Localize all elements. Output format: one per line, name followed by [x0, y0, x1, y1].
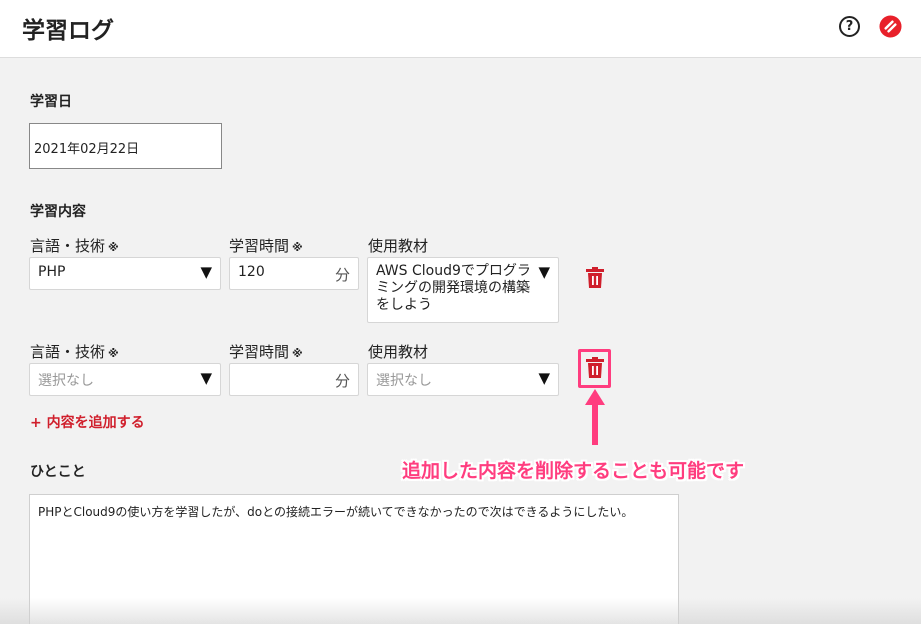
date-value: 2021年02月22日 — [34, 142, 140, 157]
bottom-fade — [0, 598, 921, 624]
material-select[interactable]: AWS Cloud9でプログラミングの開発環境の構築をしよう ▼ — [367, 257, 559, 323]
time-unit: 分 — [334, 372, 350, 390]
arrow-up-icon — [585, 389, 605, 445]
app-header: 学習ログ ? — [0, 0, 921, 58]
help-icon[interactable]: ? — [839, 16, 860, 37]
caret-down-icon: ▼ — [200, 369, 212, 387]
material-select[interactable]: 選択なし ▼ — [367, 363, 559, 396]
time-input[interactable]: 120 分 — [229, 257, 359, 290]
tech-select-placeholder: 選択なし — [38, 373, 94, 389]
comment-label: ひとこと — [30, 464, 86, 480]
trash-icon[interactable] — [585, 357, 605, 379]
brand-logo-icon[interactable] — [879, 15, 902, 38]
date-label: 学習日 — [30, 94, 72, 110]
material-select-placeholder: 選択なし — [376, 373, 432, 389]
add-content-link[interactable]: + 内容を追加する — [30, 412, 145, 432]
tech-select[interactable]: 選択なし ▼ — [29, 363, 221, 396]
tech-label: 言語・技術 ※ — [30, 343, 119, 361]
tech-select[interactable]: PHP ▼ — [29, 257, 221, 290]
time-label: 学習時間 ※ — [229, 343, 303, 361]
time-label: 学習時間 ※ — [229, 237, 303, 255]
comment-value: PHPとCloud9の使い方を学習したが、doとの接続エラーが続いてできなかった… — [38, 505, 634, 519]
caret-down-icon: ▼ — [538, 369, 550, 387]
content-label: 学習内容 — [30, 204, 86, 220]
time-unit: 分 — [334, 266, 350, 284]
caret-down-icon: ▼ — [538, 263, 550, 281]
tech-label: 言語・技術 ※ — [30, 237, 119, 255]
material-select-value: AWS Cloud9でプログラミングの開発環境の構築をしよう — [376, 263, 531, 313]
page-title: 学習ログ — [22, 18, 114, 44]
material-label: 使用教材 — [368, 237, 429, 255]
material-label: 使用教材 — [368, 343, 429, 361]
time-value: 120 — [238, 264, 265, 280]
date-input[interactable]: 2021年02月22日 — [29, 123, 222, 169]
time-input[interactable]: 分 — [229, 363, 359, 396]
annotation-callout: 追加した内容を削除することも可能です — [402, 460, 745, 482]
caret-down-icon: ▼ — [200, 263, 212, 281]
trash-icon[interactable] — [585, 267, 605, 289]
tech-select-value: PHP — [38, 264, 66, 280]
